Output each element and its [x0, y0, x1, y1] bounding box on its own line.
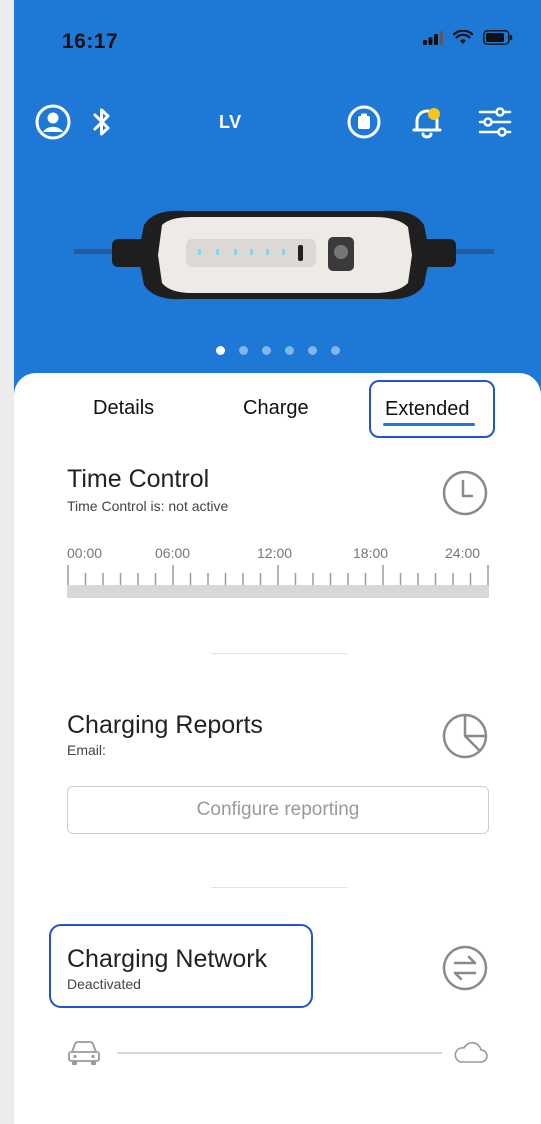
notification-dot	[428, 108, 440, 120]
charging-network-path	[67, 1038, 491, 1068]
section-divider	[211, 653, 347, 654]
network-connection-line	[117, 1052, 442, 1054]
status-time: 16:17	[62, 30, 119, 53]
tab-charge[interactable]: Charge	[243, 397, 309, 420]
battery-icon	[483, 30, 513, 45]
user-icon[interactable]	[34, 103, 72, 141]
tick-label-1: 06:00	[155, 545, 191, 561]
timeline-ticks	[67, 565, 489, 587]
carousel-dot[interactable]	[261, 346, 271, 355]
tick-label-2: 12:00	[257, 545, 293, 561]
charging-reports-email: Email:	[67, 742, 106, 758]
status-icons	[423, 30, 513, 45]
car-label[interactable]: LV	[219, 112, 242, 133]
sliders-icon[interactable]	[477, 104, 513, 140]
swap-arrows-icon[interactable]	[441, 944, 489, 992]
phone-screen: 16:17 LV Details Charge Extended Time Co…	[14, 0, 541, 1124]
time-control-title: Time Control	[67, 465, 210, 493]
pie-chart-icon[interactable]	[441, 712, 489, 760]
bluetooth-icon[interactable]	[90, 104, 114, 140]
tab-bar: Details Charge Extended	[14, 373, 541, 443]
time-control-timeline[interactable]: 00:00 06:00 12:00 18:00 24:00	[67, 545, 489, 600]
wifi-icon	[453, 30, 473, 44]
configure-reporting-button[interactable]: Configure reporting	[67, 786, 489, 834]
carousel-dot[interactable]	[330, 346, 340, 355]
carousel-dot[interactable]	[238, 346, 248, 355]
car-icon	[68, 1041, 100, 1065]
clock-icon[interactable]	[441, 469, 489, 517]
header-hero: 16:17 LV	[14, 0, 541, 400]
tab-details[interactable]: Details	[93, 397, 154, 420]
section-divider	[211, 887, 347, 888]
charging-network-status: Deactivated	[67, 976, 141, 992]
tab-extended[interactable]: Extended	[369, 380, 495, 438]
cloud-icon	[454, 1042, 488, 1063]
cellular-signal-icon	[423, 30, 443, 45]
charger-device-image	[74, 195, 494, 315]
timeline-bar[interactable]	[67, 585, 489, 598]
charging-network-title: Charging Network	[67, 945, 268, 973]
tab-active-indicator	[383, 423, 475, 426]
bell-icon[interactable]	[408, 102, 446, 142]
carousel-dot[interactable]	[215, 346, 225, 355]
charging-reports-title: Charging Reports	[67, 711, 263, 739]
carousel-dot[interactable]	[284, 346, 294, 355]
tick-label-4: 24:00	[445, 545, 481, 561]
tick-label-0: 00:00	[67, 545, 103, 561]
clipboard-icon[interactable]	[346, 104, 382, 140]
carousel-dot[interactable]	[307, 346, 317, 355]
tab-extended-label: Extended	[385, 398, 470, 420]
time-control-status: Time Control is: not active	[67, 498, 229, 514]
carousel-dots	[14, 346, 541, 355]
tick-label-3: 18:00	[353, 545, 389, 561]
